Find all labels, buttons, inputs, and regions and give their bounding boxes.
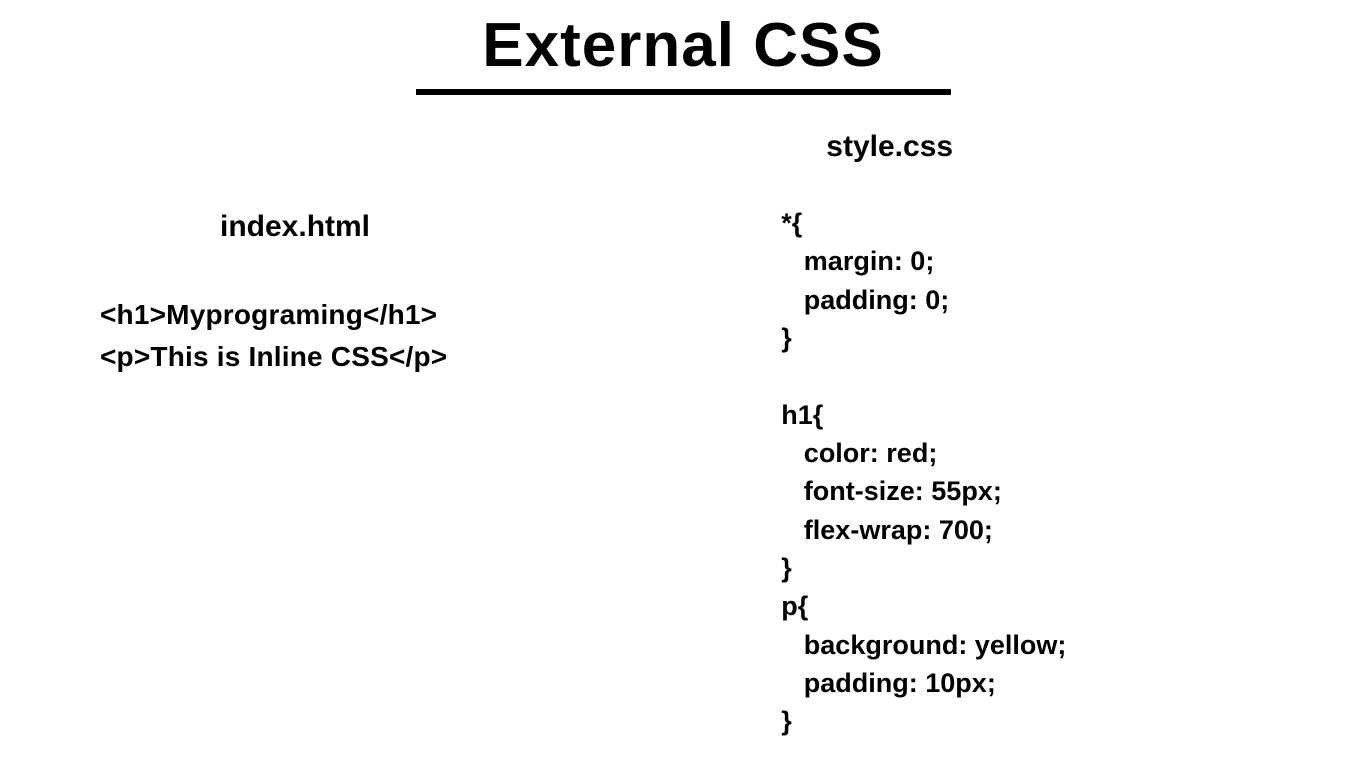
html-file-label: index.html [220, 210, 751, 244]
columns-container: index.html <h1>Myprograming</h1> <p>This… [0, 130, 1366, 741]
css-code-block: *{ margin: 0; padding: 0; } h1{ color: r… [781, 204, 1366, 741]
html-code-line-1: <h1>Myprograming</h1> [100, 294, 751, 336]
title-underline [416, 89, 951, 95]
left-column: index.html <h1>Myprograming</h1> <p>This… [0, 130, 751, 741]
css-file-label: style.css [826, 130, 1366, 164]
page-title: External CSS [0, 10, 1366, 81]
right-column: style.css *{ margin: 0; padding: 0; } h1… [751, 130, 1366, 741]
html-code-line-2: <p>This is Inline CSS</p> [100, 336, 751, 378]
